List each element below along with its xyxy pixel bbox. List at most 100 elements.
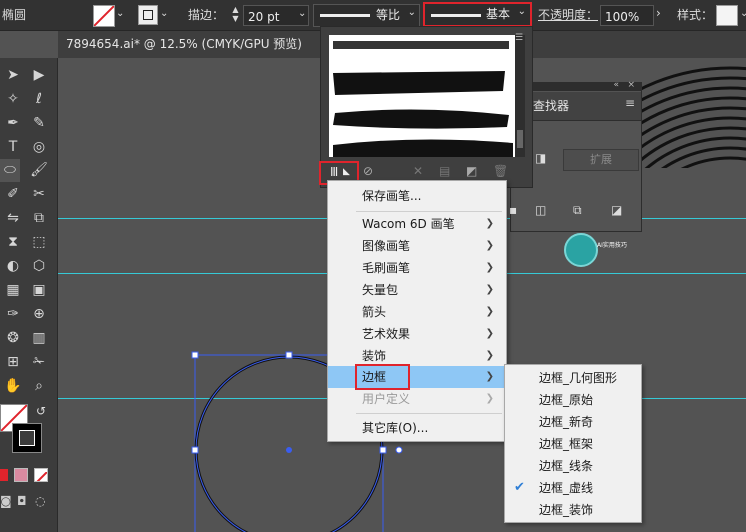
zoom-tool-icon[interactable]: ⌕ <box>26 375 52 398</box>
shaper-tool-icon[interactable]: ✐ <box>0 183 26 206</box>
tool-name: 椭圆 <box>2 8 27 22</box>
none-mode-icon[interactable] <box>34 468 48 482</box>
options-icon[interactable]: ▤ <box>439 164 450 178</box>
menu-item-other-library[interactable]: 其它库(O)... <box>328 417 506 439</box>
submenu-item-primitive[interactable]: 边框_原始 <box>505 389 641 411</box>
chevron-down-icon: ⌄ <box>517 6 526 17</box>
chevron-right-icon: ❯ <box>485 350 494 361</box>
menu-item-image-brush[interactable]: 图像画笔 ❯ <box>328 235 506 257</box>
menu-item-artistic[interactable]: 艺术效果 ❯ <box>328 323 506 345</box>
curvature-tool-icon[interactable]: ✎ <box>26 112 52 135</box>
magic-wand-icon[interactable]: ✧ <box>0 88 26 111</box>
free-transform-icon[interactable]: ⬚ <box>26 231 52 254</box>
chevron-right-icon: ❯ <box>485 218 494 229</box>
chevron-right-icon[interactable]: › <box>656 6 661 20</box>
ellipse-tool-icon[interactable]: ⬭ <box>0 159 20 182</box>
paintbrush-tool-icon[interactable]: 🖌 <box>26 159 52 182</box>
perspective-grid-icon[interactable]: ⬡ <box>26 255 52 278</box>
new-brush-icon[interactable]: ◩ <box>466 164 477 178</box>
submenu-item-geometric[interactable]: 边框_几何图形 <box>505 367 641 389</box>
gradient-mode-icon[interactable] <box>14 468 28 482</box>
finder-panel-title[interactable]: 查找器 <box>533 92 569 120</box>
gradient-tool-icon[interactable]: ▣ <box>26 279 52 302</box>
spiral-tool-icon[interactable]: ◎ <box>26 136 52 159</box>
logo-badge <box>564 233 598 267</box>
stroke-stepper[interactable]: ▲ ▼ <box>230 5 241 24</box>
reflect-tool-icon[interactable]: ⇋ <box>0 207 26 230</box>
chevron-right-icon: ❯ <box>485 284 494 295</box>
menu-item-vector-pack[interactable]: 矢量包 ❯ <box>328 279 506 301</box>
selection-tool-icon[interactable]: ➤ <box>0 64 26 87</box>
menu-item-arrows[interactable]: 箭头 ❯ <box>328 301 506 323</box>
stroke-none-swatch[interactable] <box>93 5 115 27</box>
width-profile-dropdown[interactable]: 等比 ⌄ <box>313 4 420 27</box>
brush-list[interactable] <box>329 35 515 157</box>
symbol-sprayer-icon[interactable]: ❂ <box>0 327 26 350</box>
column-graph-icon[interactable]: ▥ <box>26 327 52 350</box>
swap-fill-stroke-icon[interactable]: ↺ <box>36 404 46 418</box>
pen-tool-icon[interactable]: ✒ <box>0 112 26 135</box>
remove-brush-stroke-icon[interactable]: ⊘ <box>363 164 373 178</box>
chevron-down-icon[interactable]: ⌄ <box>740 8 746 19</box>
chevron-right-icon: ❯ <box>485 371 494 382</box>
crop-icon[interactable]: ◪ <box>611 203 622 217</box>
lasso-icon[interactable]: ℓ <box>26 88 52 111</box>
type-tool-icon[interactable]: T <box>0 136 26 159</box>
delete-stroke-icon[interactable]: ✕ <box>413 164 423 178</box>
logo-text: AI实用技巧 <box>597 242 627 249</box>
submenu-item-novelty[interactable]: 边框_新奇 <box>505 411 641 433</box>
slice-tool-icon[interactable]: ✁ <box>26 351 52 374</box>
panel-menu-icon[interactable]: ≡ <box>625 96 635 110</box>
submenu-item-dashed[interactable]: ✔ 边框_虚线 <box>505 477 641 499</box>
scissors-icon[interactable]: ✂ <box>26 183 52 206</box>
menu-item-user-defined[interactable]: 用户定义 ❯ <box>328 388 506 410</box>
draw-inside-icon[interactable]: ◌ <box>35 494 45 508</box>
graphic-style-swatch[interactable] <box>716 5 738 26</box>
close-panel-icon[interactable]: × <box>627 80 635 90</box>
chevron-down-icon[interactable]: ⌄ <box>160 8 168 19</box>
artboard-tool-icon[interactable]: ⊞ <box>0 351 26 374</box>
menu-item-bristle-brush[interactable]: 毛刷画笔 ❯ <box>328 257 506 279</box>
scale-tool-icon[interactable]: ⧉ <box>26 207 52 230</box>
brush-definition-dropdown[interactable]: 基本 ⌄ <box>423 2 532 27</box>
eyedropper-icon[interactable]: ✑ <box>0 303 26 326</box>
hand-tool-icon[interactable]: ✋ <box>0 375 26 398</box>
expand-button[interactable]: 扩展 <box>564 150 638 170</box>
brush-library-menu: 保存画笔... Wacom 6D 画笔 ❯ 图像画笔 ❯ 毛刷画笔 ❯ 矢量包 ❯ 箭头… <box>327 180 507 442</box>
menu-item-save-brush[interactable]: 保存画笔... <box>328 185 506 207</box>
color-mode-icon[interactable] <box>0 469 8 481</box>
width-tool-icon[interactable]: ⧗ <box>0 231 26 254</box>
menu-item-borders[interactable]: 边框 ❯ <box>328 364 506 390</box>
mesh-tool-icon[interactable]: ▦ <box>0 279 26 302</box>
chevron-down-icon: ⌄ <box>407 7 416 18</box>
shape-builder-icon[interactable]: ◐ <box>0 255 26 278</box>
shape-mode-icon[interactable]: ◨ <box>535 151 546 165</box>
menu-item-wacom[interactable]: Wacom 6D 画笔 ❯ <box>328 213 506 235</box>
tools-panel: ➤ ▶ ✧ ℓ ✒ ✎ T ◎ ⬭ 🖌 ✐ ✂ ⇋ ⧉ ⧗ ⬚ ◐ ⬡ ▦ ▣ … <box>0 58 58 532</box>
list-view-icon[interactable]: ☰ <box>515 33 523 43</box>
chevron-right-icon: ❯ <box>485 306 494 317</box>
chevron-right-icon: ❯ <box>485 262 494 273</box>
blend-tool-icon[interactable]: ⊕ <box>26 303 52 326</box>
collapse-panel-icon[interactable]: « <box>613 80 619 90</box>
chevron-down-icon: ◣ <box>343 167 350 177</box>
trim-icon[interactable]: ◫ <box>535 203 546 217</box>
opacity-input[interactable]: 100% <box>600 5 654 26</box>
submenu-item-decorative[interactable]: 边框_装饰 <box>505 499 641 521</box>
direct-selection-tool-icon[interactable]: ▶ <box>26 64 52 87</box>
opacity-label[interactable]: 不透明度： <box>538 0 598 30</box>
chevron-down-icon[interactable]: ⌄ <box>116 8 124 19</box>
divide-icon[interactable]: ▪ <box>509 203 517 217</box>
submenu-item-lines[interactable]: 边框_线条 <box>505 455 641 477</box>
stroke-swatch[interactable] <box>12 423 42 453</box>
draw-normal-icon[interactable]: ◙ <box>0 494 12 508</box>
draw-behind-icon[interactable]: ◘ <box>17 494 27 508</box>
style-label: 样式： <box>677 8 714 22</box>
trash-icon[interactable]: 🗑 <box>493 164 508 178</box>
document-tab-title[interactable]: 7894654.ai* @ 12.5% (CMYK/GPU 预览) <box>66 31 302 58</box>
chevron-down-icon[interactable]: ⌄ <box>298 8 306 19</box>
merge-icon[interactable]: ⧉ <box>573 203 582 218</box>
scrollbar-thumb[interactable] <box>517 130 523 148</box>
submenu-item-frames[interactable]: 边框_框架 <box>505 433 641 455</box>
stroke-fill-swatch[interactable] <box>138 5 158 25</box>
